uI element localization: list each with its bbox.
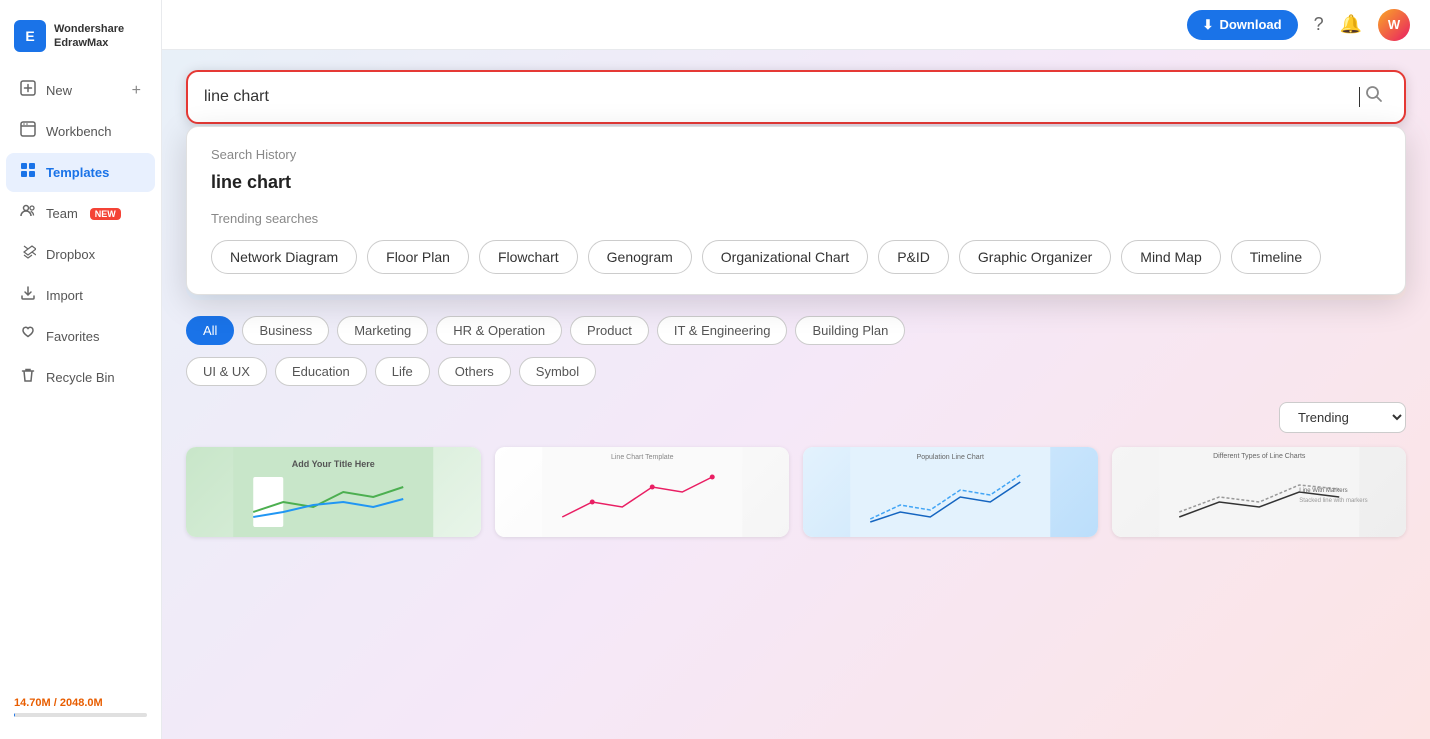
- team-badge: NEW: [90, 208, 121, 220]
- storage-bar: [14, 713, 147, 717]
- dropbox-label: Dropbox: [46, 247, 95, 262]
- new-icon: [20, 80, 36, 101]
- filter-others[interactable]: Others: [438, 357, 511, 386]
- tag-paid[interactable]: P&ID: [878, 240, 949, 274]
- templates-grid: Add Your Title Here Line Chart Template: [186, 447, 1406, 537]
- tag-floor-plan[interactable]: Floor Plan: [367, 240, 469, 274]
- sidebar-item-templates[interactable]: Templates: [6, 153, 155, 192]
- filter-hr-operation[interactable]: HR & Operation: [436, 316, 562, 345]
- svg-text:Line Chart Template: Line Chart Template: [610, 454, 673, 461]
- search-button[interactable]: [1360, 84, 1388, 110]
- template-card-1[interactable]: Add Your Title Here: [186, 447, 481, 537]
- main-content: ⬇ Download ? 🔔 W Search History: [162, 0, 1430, 739]
- template-thumb-1: Add Your Title Here: [186, 447, 481, 537]
- tag-organizational-chart[interactable]: Organizational Chart: [702, 240, 868, 274]
- app-name: Wondershare EdrawMax: [54, 22, 124, 51]
- favorites-label: Favorites: [46, 329, 99, 344]
- templates-label: Templates: [46, 165, 109, 180]
- search-container: Search History line chart Trending searc…: [186, 70, 1406, 124]
- sidebar-item-dropbox[interactable]: Dropbox: [6, 235, 155, 274]
- filter-life[interactable]: Life: [375, 357, 430, 386]
- help-icon[interactable]: ?: [1314, 14, 1324, 35]
- filter-row: All Business Marketing HR & Operation Pr…: [186, 316, 1406, 345]
- filter-business[interactable]: Business: [242, 316, 329, 345]
- tag-genogram[interactable]: Genogram: [588, 240, 692, 274]
- template-thumb-2: Line Chart Template: [495, 447, 790, 537]
- import-icon: [20, 285, 36, 306]
- template-thumb-3: Population Line Chart: [803, 447, 1098, 537]
- sidebar-item-import[interactable]: Import: [6, 276, 155, 315]
- filter-education[interactable]: Education: [275, 357, 367, 386]
- sidebar-item-new[interactable]: New +: [6, 71, 155, 110]
- sidebar-item-team[interactable]: Team NEW: [6, 194, 155, 233]
- app-logo: E Wondershare EdrawMax: [0, 12, 161, 70]
- sort-select[interactable]: Trending Newest Most Popular: [1279, 402, 1406, 433]
- tag-network-diagram[interactable]: Network Diagram: [211, 240, 357, 274]
- dropbox-icon: [20, 244, 36, 265]
- sidebar: E Wondershare EdrawMax New + Workbench: [0, 0, 162, 739]
- trending-tags: Network Diagram Floor Plan Flowchart Gen…: [211, 240, 1381, 274]
- svg-text:Add Your Title Here: Add Your Title Here: [292, 459, 375, 469]
- storage-fill: [14, 713, 15, 717]
- sidebar-item-recycle-bin[interactable]: Recycle Bin: [6, 358, 155, 397]
- team-icon: [20, 203, 36, 224]
- filter-it-engineering[interactable]: IT & Engineering: [657, 316, 788, 345]
- search-input[interactable]: [204, 88, 1358, 106]
- template-card-3[interactable]: Population Line Chart: [803, 447, 1098, 537]
- tag-flowchart[interactable]: Flowchart: [479, 240, 578, 274]
- svg-text:Line With Markers: Line With Markers: [1299, 488, 1347, 494]
- filter-building-plan[interactable]: Building Plan: [795, 316, 905, 345]
- sidebar-item-workbench[interactable]: Workbench: [6, 112, 155, 151]
- filter-symbol[interactable]: Symbol: [519, 357, 596, 386]
- templates-icon: [20, 162, 36, 183]
- new-plus-icon[interactable]: +: [132, 82, 141, 100]
- history-section-title: Search History: [211, 147, 1381, 162]
- filter-marketing[interactable]: Marketing: [337, 316, 428, 345]
- svg-text:Population Line Chart: Population Line Chart: [917, 454, 984, 461]
- download-icon: ⬇: [1203, 17, 1214, 33]
- filter-ui-ux[interactable]: UI & UX: [186, 357, 267, 386]
- search-box: [186, 70, 1406, 124]
- sort-row: Trending Newest Most Popular: [186, 402, 1406, 433]
- top-header: ⬇ Download ? 🔔 W: [162, 0, 1430, 50]
- workbench-icon: [20, 121, 36, 142]
- template-card-2[interactable]: Line Chart Template: [495, 447, 790, 537]
- import-label: Import: [46, 288, 83, 303]
- filter-product[interactable]: Product: [570, 316, 649, 345]
- history-item[interactable]: line chart: [211, 172, 1381, 193]
- download-button[interactable]: ⬇ Download: [1187, 10, 1298, 40]
- recycle-bin-icon: [20, 367, 36, 388]
- template-thumb-4: Different Types of Line Charts Line With…: [1112, 447, 1407, 537]
- filter-all[interactable]: All: [186, 316, 234, 345]
- avatar[interactable]: W: [1378, 9, 1410, 41]
- logo-icon: E: [14, 20, 46, 52]
- tag-mind-map[interactable]: Mind Map: [1121, 240, 1220, 274]
- filter-row-2: UI & UX Education Life Others Symbol: [186, 357, 1406, 386]
- workbench-label: Workbench: [46, 124, 112, 139]
- tag-graphic-organizer[interactable]: Graphic Organizer: [959, 240, 1111, 274]
- new-label: New: [46, 83, 72, 98]
- recycle-bin-label: Recycle Bin: [46, 370, 115, 385]
- svg-text:Stacked line with markers: Stacked line with markers: [1299, 498, 1367, 504]
- team-label: Team: [46, 206, 78, 221]
- trending-section-title: Trending searches: [211, 211, 1381, 226]
- sidebar-item-favorites[interactable]: Favorites: [6, 317, 155, 356]
- search-dropdown: Search History line chart Trending searc…: [186, 126, 1406, 295]
- favorites-icon: [20, 326, 36, 347]
- svg-text:Different Types of Line Charts: Different Types of Line Charts: [1213, 453, 1306, 460]
- tag-timeline[interactable]: Timeline: [1231, 240, 1321, 274]
- storage-label: 14.70M / 2048.0M: [14, 697, 147, 709]
- content-area: Search History line chart Trending searc…: [162, 50, 1430, 739]
- template-card-4[interactable]: Different Types of Line Charts Line With…: [1112, 447, 1407, 537]
- notification-icon[interactable]: 🔔: [1340, 14, 1362, 35]
- storage-info: 14.70M / 2048.0M: [0, 687, 161, 727]
